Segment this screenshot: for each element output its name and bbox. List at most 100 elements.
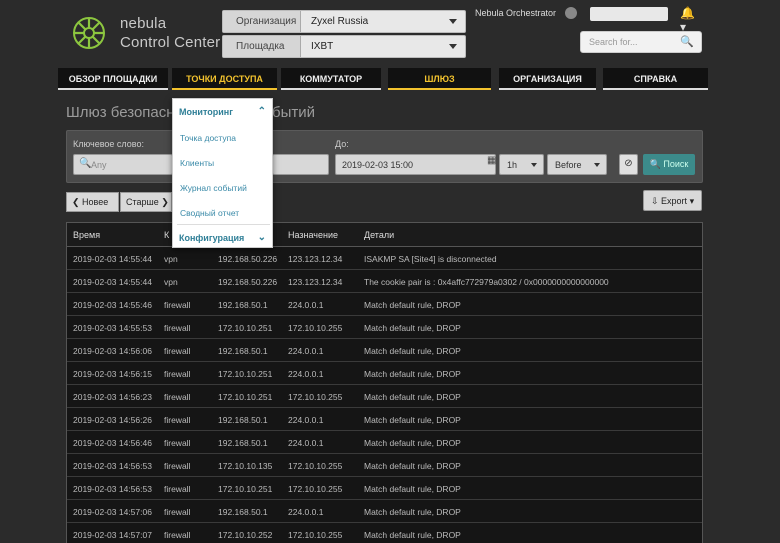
newer-label: Новее — [82, 197, 109, 207]
menu-monitoring-label: Мониторинг — [179, 107, 233, 117]
table-row[interactable]: 2019-02-03 14:56:26 firewall 192.168.50.1 2… — [67, 408, 702, 431]
menu-configuration-header[interactable]: Конфигурация ⌄ — [173, 228, 272, 248]
cell-time: 2019-02-03 14:55:53 — [73, 323, 152, 333]
brand: nebula Control Center — [120, 14, 220, 52]
menu-item-summary-report[interactable]: Сводный отчет — [180, 208, 239, 218]
cell-details: Match default rule, DROP — [364, 507, 461, 517]
range-select[interactable]: 1h — [499, 154, 544, 175]
cell-source: 172.10.10.251 — [218, 323, 273, 333]
table-row[interactable]: 2019-02-03 14:55:44 vpn 192.168.50.226 123.… — [67, 270, 702, 293]
table-row[interactable]: 2019-02-03 14:57:07 firewall 172.10.10.252… — [67, 523, 702, 543]
table-row[interactable]: 2019-02-03 14:57:06 firewall 192.168.50.1 2… — [67, 500, 702, 523]
col-details: Детали — [364, 230, 395, 240]
cell-details: Match default rule, DROP — [364, 438, 461, 448]
clear-icon[interactable]: ⊘ — [619, 154, 638, 175]
col-destination: Назначение — [288, 230, 339, 240]
menu-item-event-log[interactable]: Журнал событий — [180, 183, 247, 193]
cell-time: 2019-02-03 14:55:46 — [73, 300, 152, 310]
table-row[interactable]: 2019-02-03 14:55:53 firewall 172.10.10.251… — [67, 316, 702, 339]
tab-organization[interactable]: ОРГАНИЗАЦИЯ — [499, 68, 596, 90]
when-select[interactable]: Before — [547, 154, 607, 175]
table-row[interactable]: 2019-02-03 14:56:15 firewall 172.10.10.251… — [67, 362, 702, 385]
calendar-icon[interactable]: ▦ — [487, 155, 499, 167]
brand-line2: Control Center — [120, 34, 221, 51]
newer-button[interactable]: ❮ Новее — [66, 192, 119, 212]
menu-item-clients[interactable]: Клиенты — [180, 158, 214, 168]
range-value: 1h — [507, 160, 518, 170]
cell-destination: 224.0.0.1 — [288, 369, 324, 379]
table-row[interactable]: 2019-02-03 14:56:53 firewall 172.10.10.251… — [67, 477, 702, 500]
cell-time: 2019-02-03 14:56:46 — [73, 438, 152, 448]
cell-source: 172.10.10.251 — [218, 484, 273, 494]
cell-details: Match default rule, DROP — [364, 392, 461, 402]
keyword-input[interactable]: 🔍 Any — [73, 154, 173, 175]
cell-category: firewall — [164, 392, 191, 402]
table-row[interactable]: 2019-02-03 14:56:06 firewall 192.168.50.1 2… — [67, 339, 702, 362]
search-input[interactable]: Search for... 🔍 — [580, 31, 702, 53]
tab-access-points[interactable]: ТОЧКИ ДОСТУПА — [172, 68, 277, 90]
export-button[interactable]: ⇩ Export ▾ — [643, 190, 702, 211]
cell-category: firewall — [164, 530, 191, 540]
table-row[interactable]: 2019-02-03 14:56:53 firewall 172.10.10.135… — [67, 454, 702, 477]
site-value: IXBT — [311, 41, 334, 52]
cell-category: firewall — [164, 300, 191, 310]
tab-gateway[interactable]: ШЛЮЗ — [388, 68, 491, 90]
cell-destination: 224.0.0.1 — [288, 507, 324, 517]
caret-down-icon — [594, 163, 600, 167]
tab-help[interactable]: СПРАВКА — [603, 68, 708, 90]
cell-time: 2019-02-03 14:56:15 — [73, 369, 152, 379]
cell-details: Match default rule, DROP — [364, 415, 461, 425]
tab-site-overview[interactable]: ОБЗОР ПЛОЩАДКИ — [58, 68, 168, 90]
tab-switch[interactable]: КОММУТАТОР — [281, 68, 381, 90]
search-icon[interactable]: 🔍 — [680, 35, 694, 48]
cell-details: Match default rule, DROP — [364, 530, 461, 540]
site-select[interactable]: Площадка IXBT — [222, 35, 466, 58]
to-label: До: — [335, 139, 349, 149]
cell-time: 2019-02-03 14:57:06 — [73, 507, 152, 517]
cell-details: Match default rule, DROP — [364, 461, 461, 471]
user-account[interactable] — [590, 7, 668, 21]
cell-category: vpn — [164, 254, 178, 264]
table-row[interactable]: 2019-02-03 14:56:23 firewall 172.10.10.251… — [67, 385, 702, 408]
cell-time: 2019-02-03 14:56:26 — [73, 415, 152, 425]
cell-category: vpn — [164, 277, 178, 287]
search-icon: 🔍 — [79, 158, 92, 169]
cell-destination: 224.0.0.1 — [288, 415, 324, 425]
to-date-input[interactable]: 2019-02-03 15:00 — [335, 154, 496, 175]
cell-details: Match default rule, DROP — [364, 323, 461, 333]
cell-time: 2019-02-03 14:55:44 — [73, 277, 152, 287]
cell-time: 2019-02-03 14:56:53 — [73, 484, 152, 494]
chevron-up-icon: ⌃ — [257, 106, 266, 117]
cell-source: 192.168.50.226 — [218, 277, 278, 287]
page-title-head: Шлюз безопасн — [66, 104, 175, 121]
cell-details: Match default rule, DROP — [364, 300, 461, 310]
bell-icon[interactable]: 🔔▾ — [680, 6, 698, 34]
col-category: К — [164, 230, 170, 240]
cell-destination: 172.10.10.255 — [288, 530, 343, 540]
older-label: Старше — [126, 197, 159, 207]
brand-line1: nebula — [120, 15, 167, 32]
main-nav: ОБЗОР ПЛОЩАДКИ ТОЧКИ ДОСТУПА КОММУТАТОР … — [58, 68, 708, 90]
cell-category: firewall — [164, 461, 191, 471]
caret-down-icon — [449, 44, 457, 49]
table-row[interactable]: 2019-02-03 14:55:44 vpn 192.168.50.226 123.… — [67, 247, 702, 270]
cell-details: Match default rule, DROP — [364, 484, 461, 494]
menu-monitoring-header[interactable]: Мониторинг ⌃ — [173, 102, 272, 122]
header: nebula Control Center Организация Zyxel … — [0, 0, 780, 66]
menu-item-access-point[interactable]: Точка доступа — [180, 133, 236, 143]
menu-divider — [177, 224, 270, 225]
orchestrator-label: Nebula Orchestrator — [475, 8, 557, 18]
cell-category: firewall — [164, 507, 191, 517]
cell-destination: 224.0.0.1 — [288, 438, 324, 448]
table-row[interactable]: 2019-02-03 14:55:46 firewall 192.168.50.1 2… — [67, 293, 702, 316]
organization-select[interactable]: Организация Zyxel Russia — [222, 10, 466, 33]
search-button[interactable]: 🔍 Поиск — [643, 154, 695, 175]
cell-source: 172.10.10.251 — [218, 392, 273, 402]
category-input[interactable] — [272, 154, 329, 175]
page-title: Шлюз безопасн событий — [66, 104, 315, 121]
older-button[interactable]: Старше ❯ — [120, 192, 172, 212]
keyword-placeholder: Any — [91, 160, 107, 170]
table-row[interactable]: 2019-02-03 14:56:46 firewall 192.168.50.1 2… — [67, 431, 702, 454]
orchestrator-toggle[interactable] — [565, 7, 577, 19]
caret-down-icon — [449, 19, 457, 24]
